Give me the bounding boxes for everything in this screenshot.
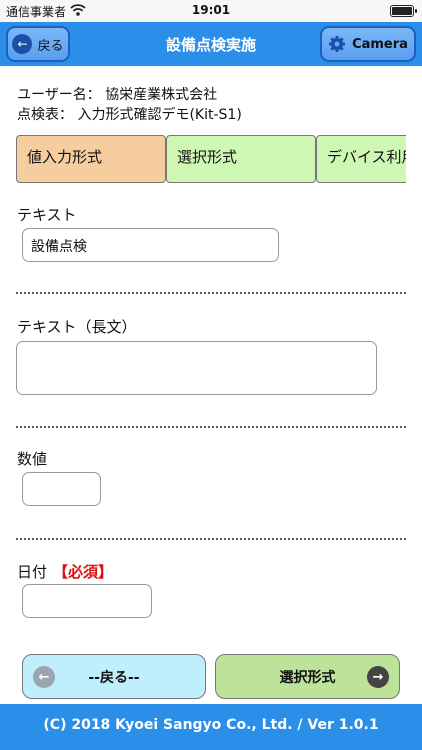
battery-tip-icon: [415, 9, 417, 13]
footer-copyright: (C) 2018 Kyoei Sangyo Co., Ltd. / Ver 1.…: [0, 704, 422, 750]
prev-button[interactable]: ← --戻る--: [22, 654, 206, 699]
status-time: 19:01: [191, 3, 231, 17]
date-field-label: 日付 【必須】: [17, 561, 113, 582]
long-text-field-label: テキスト（長文）: [17, 318, 137, 336]
number-input[interactable]: [22, 472, 101, 506]
divider: [16, 426, 406, 428]
tab-selection[interactable]: 選択形式: [166, 135, 316, 183]
tab-device[interactable]: デバイス利用: [316, 135, 406, 183]
text-input[interactable]: 設備点検: [22, 228, 279, 262]
tab-value-input[interactable]: 値入力形式: [16, 135, 166, 183]
arrow-left-icon: ←: [33, 666, 55, 688]
status-bar: 通信事業者 19:01: [0, 0, 422, 22]
next-button[interactable]: 選択形式 →: [215, 654, 400, 699]
user-name-text: ユーザー名： 協栄産業株式会社: [17, 87, 218, 103]
next-button-label: 選択形式: [279, 669, 336, 686]
date-label-text: 日付: [17, 563, 48, 581]
date-input[interactable]: [22, 584, 152, 618]
nav-bar: ← 戻る 設備点検実施 Camera: [0, 22, 422, 66]
divider: [16, 292, 406, 294]
inspection-sheet-text: 点検表： 入力形式確認デモ(Kit-S1): [17, 107, 242, 123]
long-text-input[interactable]: [16, 341, 377, 395]
battery-icon: [390, 5, 414, 17]
divider: [16, 538, 406, 540]
camera-button[interactable]: Camera: [320, 26, 416, 62]
gear-icon: [329, 36, 346, 52]
input-type-tabs: 値入力形式 選択形式 デバイス利用: [16, 135, 406, 183]
text-field-label: テキスト: [17, 206, 77, 224]
number-field-label: 数値: [17, 450, 48, 468]
prev-button-label: --戻る--: [88, 669, 140, 686]
camera-button-label: Camera: [352, 36, 408, 52]
arrow-right-icon: →: [367, 666, 389, 688]
required-badge: 【必須】: [53, 563, 114, 581]
